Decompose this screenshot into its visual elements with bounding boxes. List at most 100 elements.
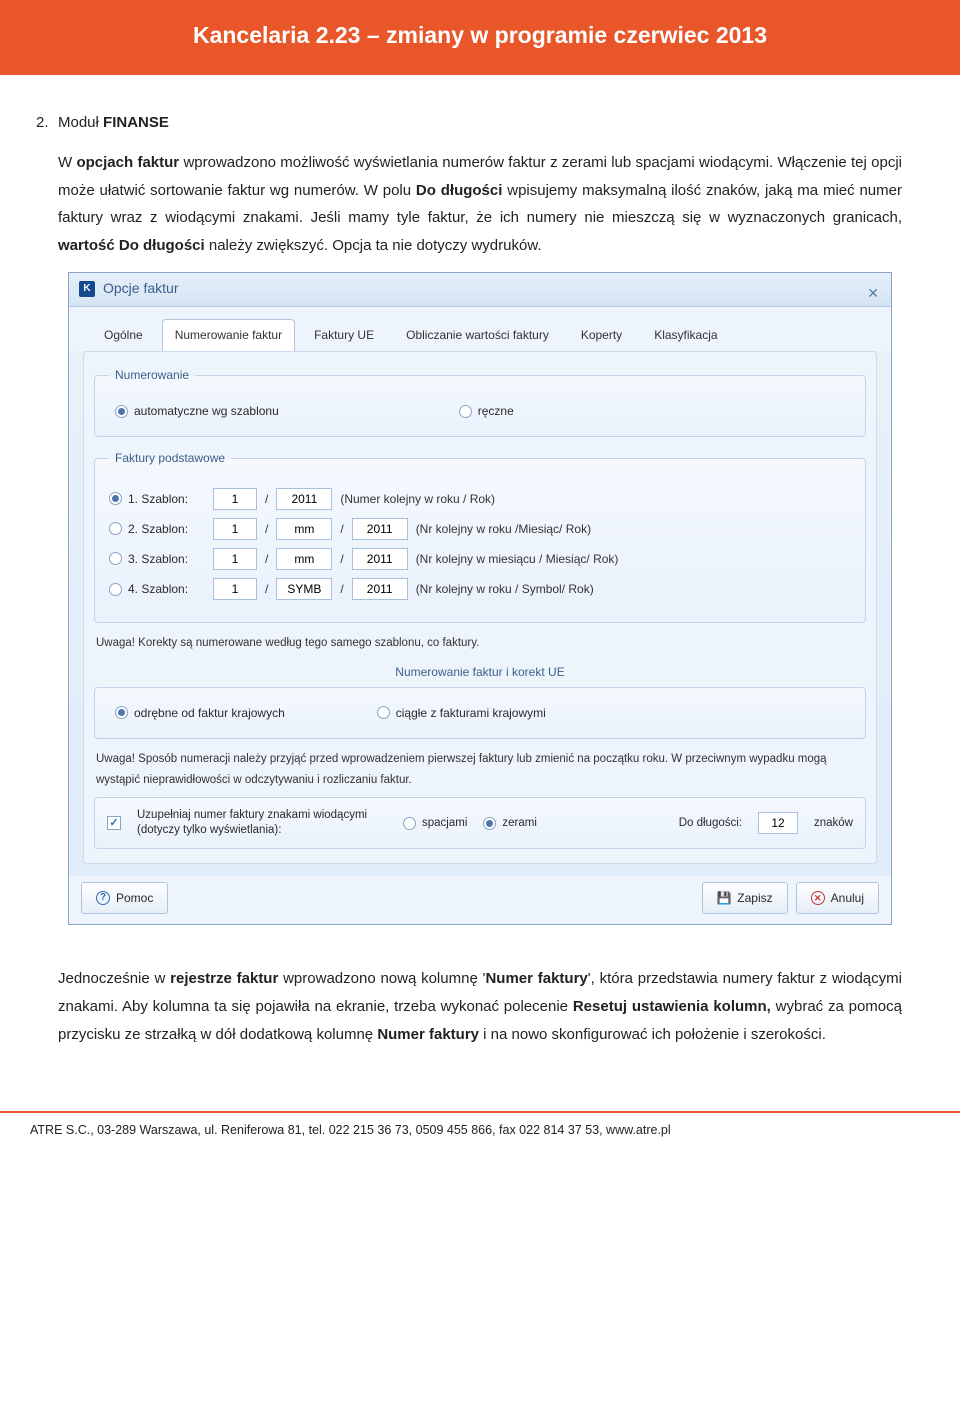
radio-icon [109,522,122,535]
slash-icon: / [340,518,343,540]
p1d: Do długości [416,182,503,199]
button-row: ? Pomoc 💾 Zapisz ✕ Anuluj [69,876,891,924]
help-button-label: Pomoc [116,887,153,909]
save-button-label: Zapisz [737,887,772,909]
template-row-2: 2. Szablon: / / (Nr kolejny w roku /Mies… [109,518,851,540]
template-row-3: 3. Szablon: / / (Nr kolejny w miesiącu /… [109,548,851,570]
paragraph-1: W opcjach faktur wprowadzono możliwość w… [58,149,902,260]
p2b: rejestrze faktur [170,970,278,987]
slash-icon: / [265,548,268,570]
fill-leading-label: Uzupełniaj numer faktury znakami wiodący… [137,808,387,838]
length-unit: znaków [814,813,853,834]
radio-icon [115,405,128,418]
template-2-field-3[interactable] [352,518,408,540]
template-3-field-1[interactable] [213,548,257,570]
tab-eu[interactable]: Faktury UE [301,319,387,351]
radio-spaces[interactable]: spacjami [403,813,467,834]
template-1-field-2[interactable] [276,488,332,510]
window-title: Opcje faktur [103,276,178,302]
radio-icon [109,552,122,565]
fieldset-basic-invoices: Faktury podstawowe 1. Szablon: / (Numer … [94,447,866,623]
template-1-desc: (Numer kolejny w roku / Rok) [340,488,495,510]
radio-auto-label: automatyczne wg szablonu [134,400,279,422]
radio-zeros-label: zerami [502,813,537,834]
cancel-button-label: Anuluj [831,887,864,909]
p2a: Jednocześnie w [58,970,170,987]
radio-continuous[interactable]: ciągłe z fakturami krajowymi [377,702,546,724]
tab-valuecalc[interactable]: Obliczanie wartości faktury [393,319,562,351]
template-2-field-1[interactable] [213,518,257,540]
fill-leading-row: Uzupełniaj numer faktury znakami wiodący… [94,797,866,849]
close-icon[interactable]: ✕ [867,281,879,307]
template-1-label: 1. Szablon: [128,488,188,510]
warning-numbering-method: Uwaga! Sposób numeracji należy przyjąć p… [96,749,864,792]
radio-separate[interactable]: odrębne od faktur krajowych [115,702,285,724]
slash-icon: / [340,578,343,600]
p2d: Numer faktury [485,970,587,987]
save-icon: 💾 [717,891,731,905]
p2f: Resetuj ustawienia kolumn, [573,998,771,1015]
tab-envelopes[interactable]: Koperty [568,319,635,351]
template-4-desc: (Nr kolejny w roku / Symbol/ Rok) [416,578,594,600]
radio-icon [109,492,122,505]
p1b: opcjach faktur [76,154,179,171]
template-1-field-1[interactable] [213,488,257,510]
footer-text: ATRE S.C., 03-289 Warszawa, ul. Renifero… [30,1123,671,1137]
app-icon: K [79,281,95,297]
legend-basic-invoices: Faktury podstawowe [109,447,231,469]
radio-separate-label: odrębne od faktur krajowych [134,702,285,724]
radio-template-3[interactable] [109,552,122,565]
radio-auto-template[interactable]: automatyczne wg szablonu [115,400,279,422]
fieldset-numbering: Numerowanie automatyczne wg szablonu ręc… [94,364,866,437]
tabs-row: Ogólne Numerowanie faktur Faktury UE Obl… [69,307,891,351]
section-number: 2. [36,109,49,137]
template-2-desc: (Nr kolejny w roku /Miesiąc/ Rok) [416,518,591,540]
template-3-field-3[interactable] [352,548,408,570]
section-lead-text: Moduł [58,114,103,131]
template-2-field-2[interactable] [276,518,332,540]
tab-numbering[interactable]: Numerowanie faktur [162,319,295,351]
slash-icon: / [265,518,268,540]
template-4-field-1[interactable] [213,578,257,600]
p1a: W [58,154,76,171]
radio-template-1[interactable] [109,492,122,505]
radio-icon [403,817,416,830]
radio-template-4[interactable] [109,583,122,596]
radio-spaces-label: spacjami [422,813,467,834]
save-button[interactable]: 💾 Zapisz [702,882,787,914]
help-button[interactable]: ? Pomoc [81,882,168,914]
radio-template-2[interactable] [109,522,122,535]
radio-icon [483,817,496,830]
section-lead-bold: FINANSE [103,114,169,131]
p1g: należy zwiększyć. Opcja ta nie dotyczy w… [205,237,542,254]
template-4-field-2[interactable] [276,578,332,600]
template-4-field-3[interactable] [352,578,408,600]
p2i: i na nowo skonfigurować ich położenie i … [479,1026,826,1043]
page-footer: ATRE S.C., 03-289 Warszawa, ul. Renifero… [0,1111,960,1165]
length-label: Do długości: [679,813,742,834]
tab-content: Numerowanie automatyczne wg szablonu ręc… [83,351,877,864]
tab-general[interactable]: Ogólne [91,319,156,351]
radio-manual[interactable]: ręczne [459,400,514,422]
p1f: wartość Do długości [58,237,205,254]
template-2-label: 2. Szablon: [128,518,188,540]
template-4-label: 4. Szablon: [128,578,188,600]
fieldset-eu-numbering: odrębne od faktur krajowych ciągłe z fak… [94,687,866,739]
radio-icon [459,405,472,418]
help-icon: ? [96,891,110,905]
template-3-field-2[interactable] [276,548,332,570]
tab-classification[interactable]: Klasyfikacja [641,319,730,351]
template-row-4: 4. Szablon: / / (Nr kolejny w roku / Sym… [109,578,851,600]
radio-zeros[interactable]: zerami [483,813,537,834]
checkbox-fill-leading[interactable] [107,816,121,830]
radio-manual-label: ręczne [478,400,514,422]
warning-corrections: Uwaga! Korekty są numerowane według tego… [96,633,864,654]
radio-continuous-label: ciągłe z fakturami krajowymi [396,702,546,724]
cancel-button[interactable]: ✕ Anuluj [796,882,879,914]
p2c: wprowadzono nową kolumnę ' [278,970,485,987]
radio-icon [377,706,390,719]
template-3-label: 3. Szablon: [128,548,188,570]
template-row-1: 1. Szablon: / (Numer kolejny w roku / Ro… [109,488,851,510]
page-header: Kancelaria 2.23 – zmiany w programie cze… [0,0,960,75]
length-input[interactable] [758,812,798,834]
